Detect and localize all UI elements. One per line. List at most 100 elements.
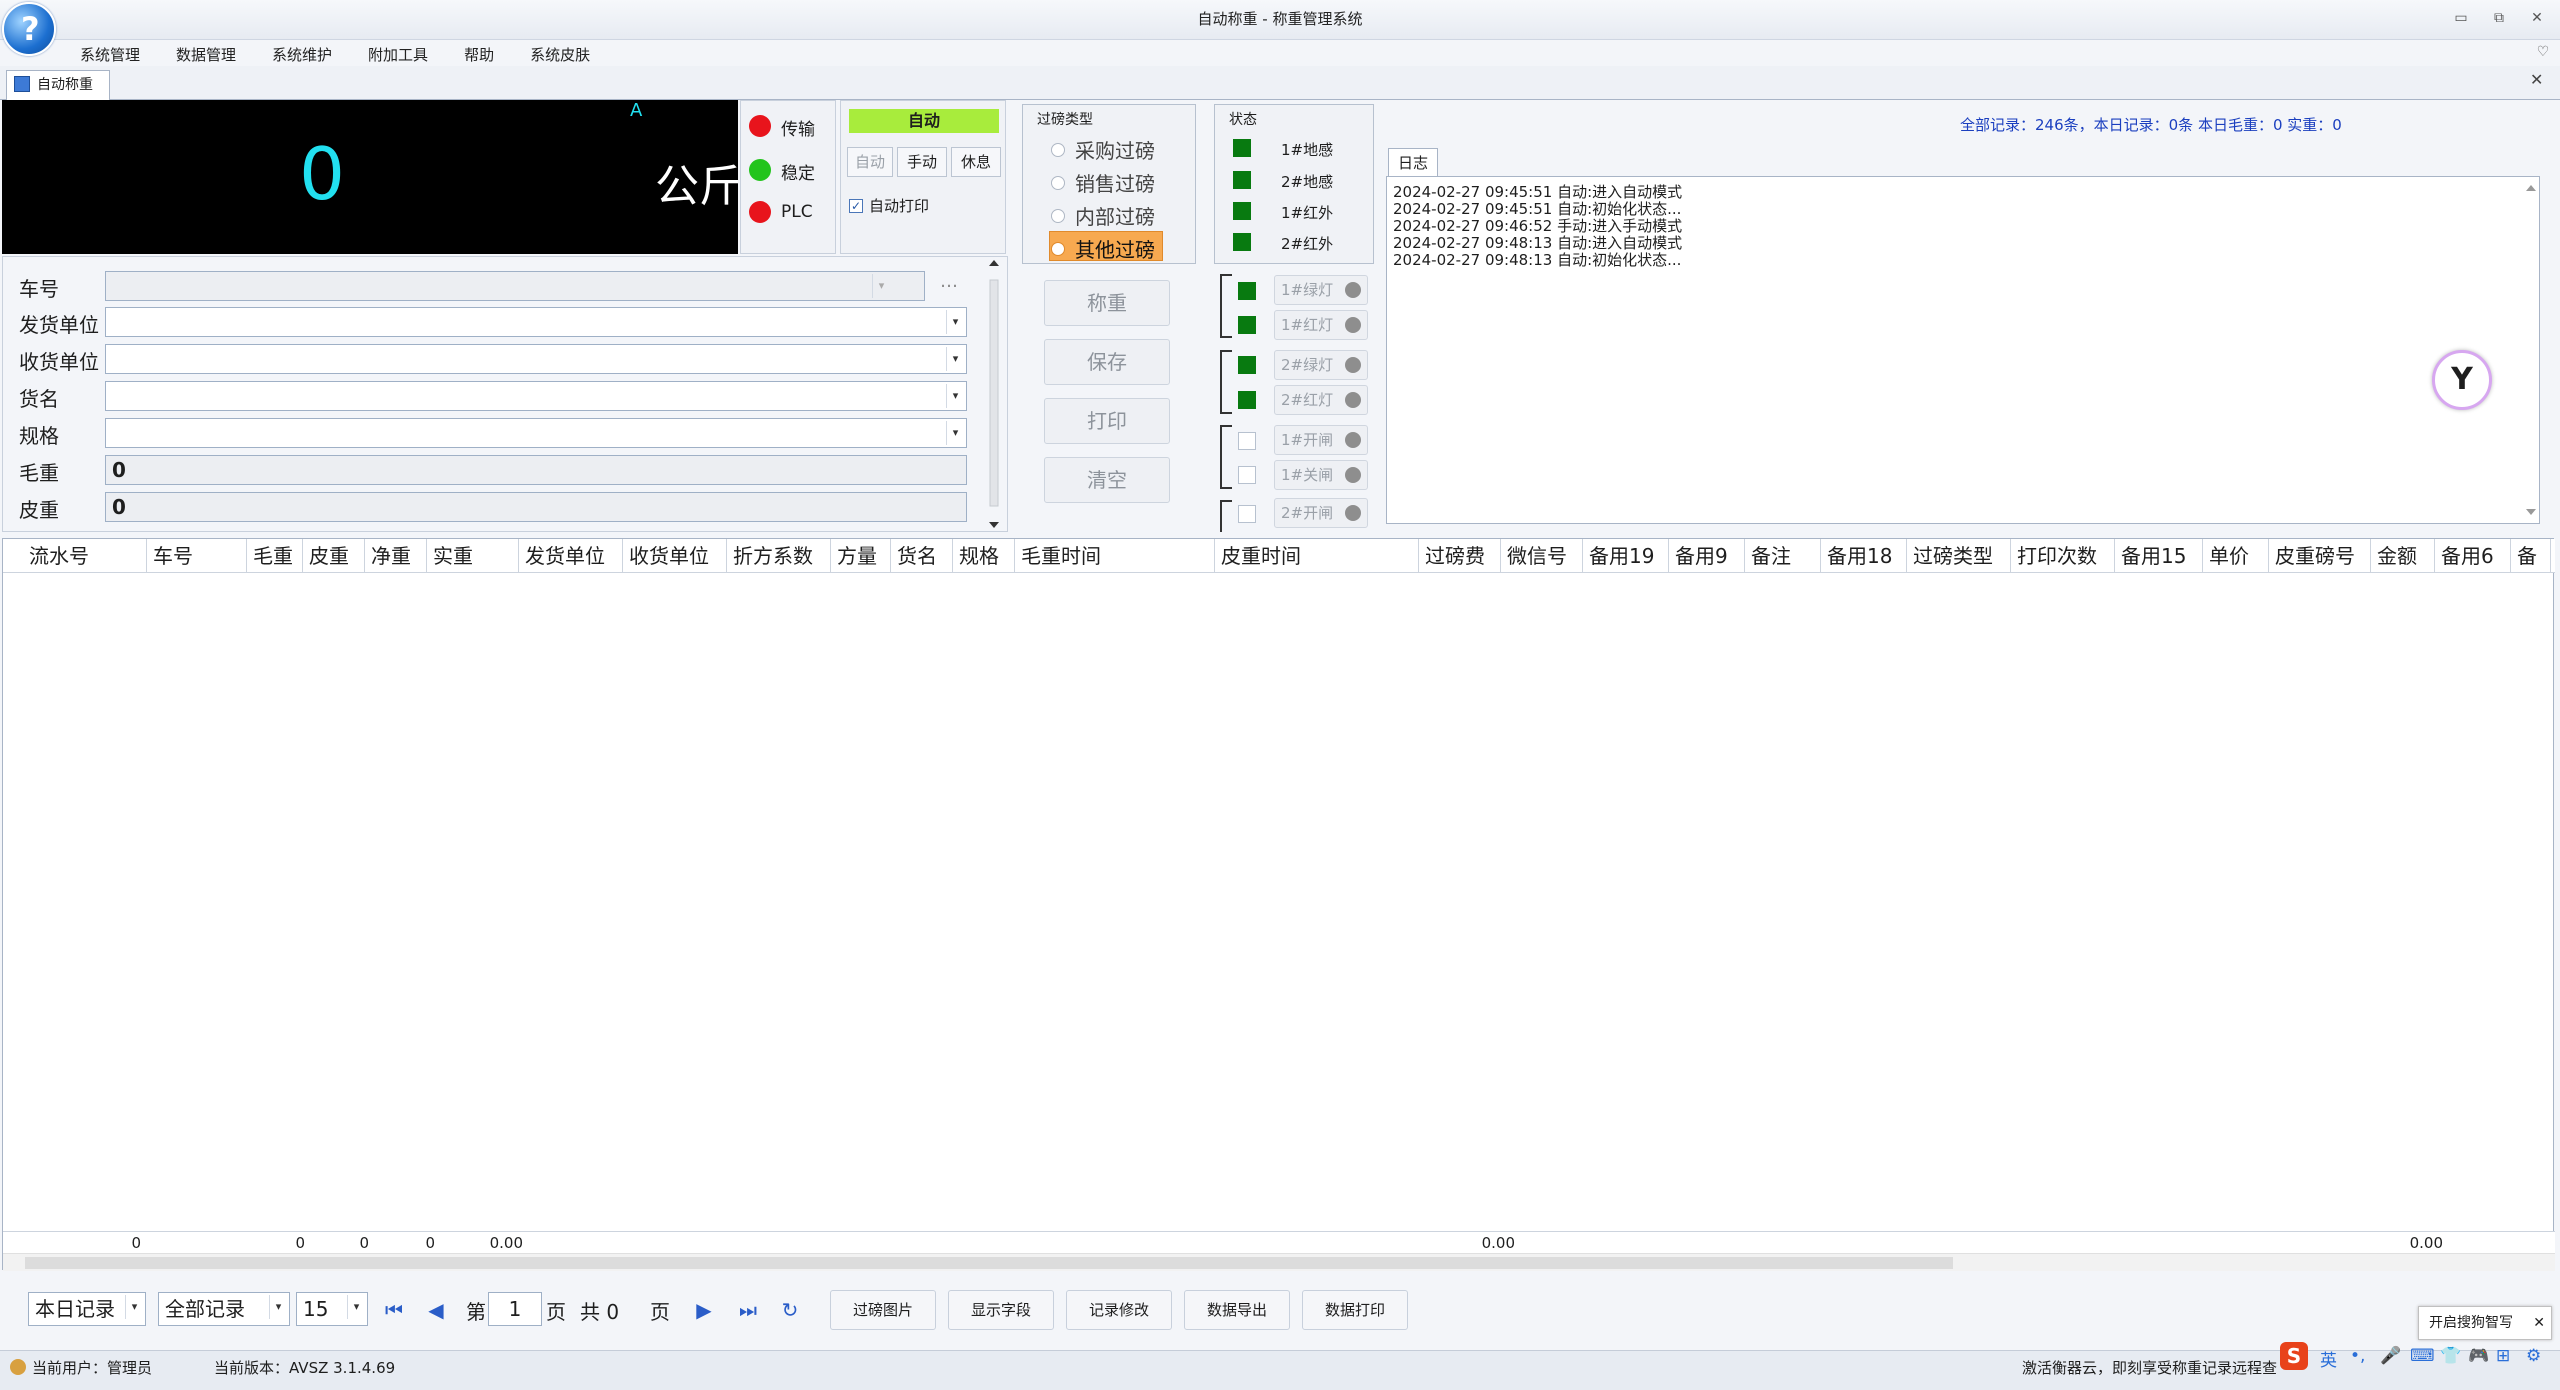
ime-punct-icon[interactable]: •, — [2350, 1346, 2365, 1366]
column-header[interactable]: 备注 — [1745, 539, 1821, 573]
app-logo[interactable] — [2, 2, 56, 56]
column-header[interactable]: 收货单位 — [623, 539, 727, 573]
export-button[interactable]: 数据导出 — [1184, 1290, 1290, 1330]
ime-skin-icon[interactable]: 👕 — [2440, 1346, 2461, 1366]
plate-browse-button[interactable]: … — [931, 271, 967, 301]
menu-help[interactable]: 帮助 — [464, 40, 494, 66]
radio-purchase[interactable]: 采购过磅 — [1051, 135, 1155, 164]
shipper-dropdown-icon[interactable]: ▾ — [946, 310, 964, 334]
manual-button[interactable]: 手动 — [897, 147, 947, 177]
red-light-2-button[interactable]: 2#红灯 — [1274, 385, 1368, 415]
column-header[interactable]: 备用6 — [2435, 539, 2511, 573]
data-print-button[interactable]: 数据打印 — [1302, 1290, 1408, 1330]
show-fields-button[interactable]: 显示字段 — [948, 1290, 1054, 1330]
green-light-1-button[interactable]: 1#绿灯 — [1274, 275, 1368, 305]
column-header[interactable]: 单价 — [2203, 539, 2269, 573]
first-page-icon[interactable]: ⏮ — [378, 1294, 410, 1326]
radio-internal[interactable]: 内部过磅 — [1051, 201, 1155, 230]
ime-voice-icon[interactable]: 🎤 — [2380, 1346, 2401, 1366]
column-header[interactable]: 金额 — [2371, 539, 2435, 573]
ime-keyboard-icon[interactable]: ⌨ — [2410, 1346, 2435, 1366]
last-page-icon[interactable]: ⏭ — [732, 1294, 764, 1326]
column-header[interactable]: 打印次数 — [2011, 539, 2115, 573]
column-header[interactable]: 过磅类型 — [1907, 539, 2011, 573]
ime-toolbox-icon[interactable]: ⊞ — [2496, 1346, 2510, 1366]
refresh-icon[interactable]: ↻ — [774, 1294, 806, 1326]
column-header[interactable]: 流水号 — [23, 539, 147, 573]
dropdown-arrow-icon[interactable]: ▾ — [125, 1295, 143, 1319]
page-input[interactable]: 1 — [488, 1292, 542, 1326]
column-header[interactable]: 备用18 — [1821, 539, 1907, 573]
plate-input[interactable]: ▾ — [105, 271, 925, 301]
plate-dropdown-icon[interactable]: ▾ — [872, 274, 890, 298]
menu-data[interactable]: 数据管理 — [176, 40, 236, 66]
floating-assistant-icon[interactable]: Y — [2432, 350, 2492, 410]
range-select[interactable]: 本日记录 ▾ — [28, 1292, 146, 1326]
column-header[interactable]: 备用15 — [2115, 539, 2203, 573]
column-header[interactable]: 规格 — [953, 539, 1015, 573]
weigh-photo-button[interactable]: 过磅图片 — [830, 1290, 936, 1330]
column-header[interactable]: 实重 — [427, 539, 519, 573]
ime-settings-icon[interactable]: ⚙ — [2526, 1346, 2541, 1366]
log-scrollbar[interactable] — [2523, 177, 2539, 523]
column-header[interactable]: 毛重 — [247, 539, 303, 573]
grid-hscrollbar[interactable] — [3, 1253, 2555, 1271]
next-page-icon[interactable]: ▶ — [688, 1294, 720, 1326]
radio-other[interactable]: 其他过磅 — [1051, 234, 1155, 263]
save-button[interactable]: 保存 — [1044, 339, 1170, 385]
minimize-button[interactable]: ▭ — [2448, 6, 2474, 30]
column-header[interactable]: 车号 — [147, 539, 247, 573]
cloud-ad[interactable]: 激活衡器云，即刻享受称重记录远程查 — [2022, 1357, 2277, 1378]
column-header[interactable]: 折方系数 — [727, 539, 831, 573]
dropdown-arrow-icon[interactable]: ▾ — [347, 1295, 365, 1319]
column-header[interactable]: 发货单位 — [519, 539, 623, 573]
tooltip-close-icon[interactable]: ✕ — [2533, 1307, 2545, 1339]
column-header[interactable]: 备 — [2511, 539, 2551, 573]
goods-dropdown-icon[interactable]: ▾ — [946, 384, 964, 408]
spec-input[interactable]: ▾ — [105, 418, 967, 448]
prev-page-icon[interactable]: ◀ — [420, 1294, 452, 1326]
auto-button[interactable]: 自动 — [847, 147, 893, 177]
ime-lang-icon[interactable]: 英 — [2320, 1346, 2337, 1371]
weigh-button[interactable]: 称重 — [1044, 280, 1170, 326]
radio-sales[interactable]: 销售过磅 — [1051, 168, 1155, 197]
green-light-2-button[interactable]: 2#绿灯 — [1274, 350, 1368, 380]
column-header[interactable]: 货名 — [891, 539, 953, 573]
filter-select[interactable]: 全部记录 ▾ — [158, 1292, 290, 1326]
menu-system[interactable]: 系统管理 — [80, 40, 140, 66]
shipper-input[interactable]: ▾ — [105, 307, 967, 337]
column-header[interactable]: 过磅费 — [1419, 539, 1501, 573]
scroll-thumb[interactable] — [25, 1257, 1953, 1269]
column-header[interactable]: 方量 — [831, 539, 891, 573]
menu-maintenance[interactable]: 系统维护 — [272, 40, 332, 66]
column-header[interactable]: 备用9 — [1669, 539, 1745, 573]
receiver-dropdown-icon[interactable]: ▾ — [946, 347, 964, 371]
receiver-input[interactable]: ▾ — [105, 344, 967, 374]
form-scrollbar[interactable] — [986, 258, 1002, 530]
gate-close-1-button[interactable]: 1#关闸 — [1274, 460, 1368, 490]
goods-input[interactable]: ▾ — [105, 381, 967, 411]
column-header[interactable]: 皮重 — [303, 539, 365, 573]
gate-open-2-button[interactable]: 2#开闸 — [1274, 498, 1368, 528]
rest-button[interactable]: 休息 — [951, 147, 1001, 177]
menu-skin[interactable]: 系统皮肤 — [530, 40, 590, 66]
column-header[interactable]: 净重 — [365, 539, 427, 573]
tab-close-icon[interactable]: ✕ — [2530, 70, 2543, 89]
edit-record-button[interactable]: 记录修改 — [1066, 1290, 1172, 1330]
close-button[interactable]: ✕ — [2524, 6, 2550, 30]
gate-open-1-button[interactable]: 1#开闸 — [1274, 425, 1368, 455]
tab-log[interactable]: 日志 — [1388, 148, 1438, 176]
restore-button[interactable]: ⧉ — [2486, 6, 2512, 30]
menu-tools[interactable]: 附加工具 — [368, 40, 428, 66]
column-header[interactable]: 皮重时间 — [1215, 539, 1419, 573]
spec-dropdown-icon[interactable]: ▾ — [946, 421, 964, 445]
column-header[interactable]: 毛重时间 — [1015, 539, 1215, 573]
autoprint-checkbox[interactable]: ✓ 自动打印 — [849, 195, 929, 216]
collapse-ribbon-icon[interactable]: ♡ — [2530, 40, 2556, 64]
dropdown-arrow-icon[interactable]: ▾ — [269, 1295, 287, 1319]
column-header[interactable]: 皮重磅号 — [2269, 539, 2371, 573]
sogou-ime-icon[interactable]: S — [2280, 1342, 2308, 1370]
ime-game-icon[interactable]: 🎮 — [2468, 1346, 2489, 1366]
column-header[interactable]: 备用19 — [1583, 539, 1669, 573]
red-light-1-button[interactable]: 1#红灯 — [1274, 310, 1368, 340]
